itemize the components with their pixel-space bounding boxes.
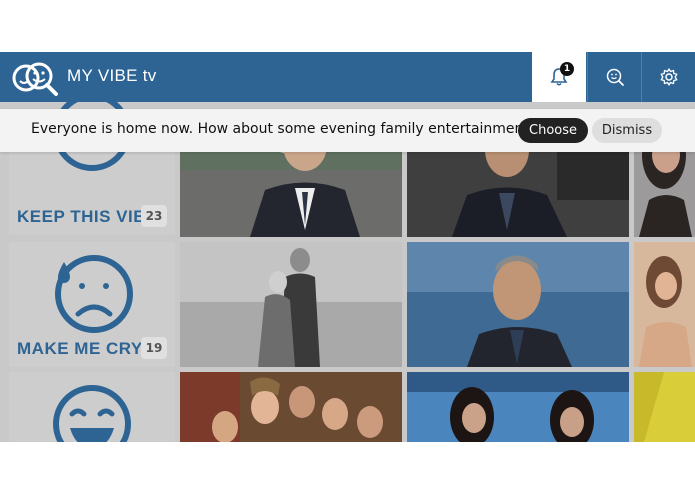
gear-icon bbox=[660, 68, 677, 86]
content-tile[interactable] bbox=[180, 242, 402, 367]
content-tile[interactable] bbox=[634, 372, 695, 442]
content-tile[interactable] bbox=[407, 372, 629, 442]
mood-count-badge: 23 bbox=[141, 205, 167, 227]
app-window: MY VIBE tv 1 KEEP THIS VIBE 23 MAKE ME C… bbox=[0, 52, 695, 442]
smiley-search-icon bbox=[606, 68, 624, 86]
notification-bar: Everyone is home now. How about some eve… bbox=[0, 109, 695, 152]
notifications-button[interactable]: 1 bbox=[532, 52, 586, 102]
settings-button[interactable] bbox=[641, 52, 695, 102]
choose-button[interactable]: Choose bbox=[518, 118, 588, 143]
content-tile[interactable] bbox=[634, 242, 695, 367]
sitcom-group-thumbnail bbox=[180, 372, 402, 442]
mood-label: KEEP THIS VIBE bbox=[17, 207, 158, 226]
mood-count-badge: 19 bbox=[141, 337, 167, 359]
notification-count-badge: 1 bbox=[560, 62, 574, 76]
sad-face-icon bbox=[55, 255, 133, 333]
mood-label: MAKE ME CRY bbox=[17, 339, 143, 358]
mood-card-make-me-cry[interactable]: MAKE ME CRY 19 bbox=[9, 242, 175, 367]
man-portrait-stadium-thumbnail bbox=[407, 242, 629, 367]
dismiss-button[interactable]: Dismiss bbox=[592, 118, 662, 143]
notification-message: Everyone is home now. How about some eve… bbox=[31, 121, 537, 137]
yellow-abstract-thumbnail bbox=[634, 372, 695, 442]
mood-card-laugh[interactable] bbox=[9, 372, 175, 442]
content-tile[interactable] bbox=[407, 242, 629, 367]
app-title: MY VIBE tv bbox=[67, 66, 157, 85]
woman-portrait-thumbnail bbox=[634, 242, 695, 367]
two-women-red-carpet-thumbnail bbox=[407, 372, 629, 442]
content-tile[interactable] bbox=[180, 372, 402, 442]
laughing-face-icon bbox=[53, 385, 131, 442]
mood-search-button[interactable] bbox=[587, 52, 641, 102]
black-and-white-couple-thumbnail bbox=[180, 242, 402, 367]
